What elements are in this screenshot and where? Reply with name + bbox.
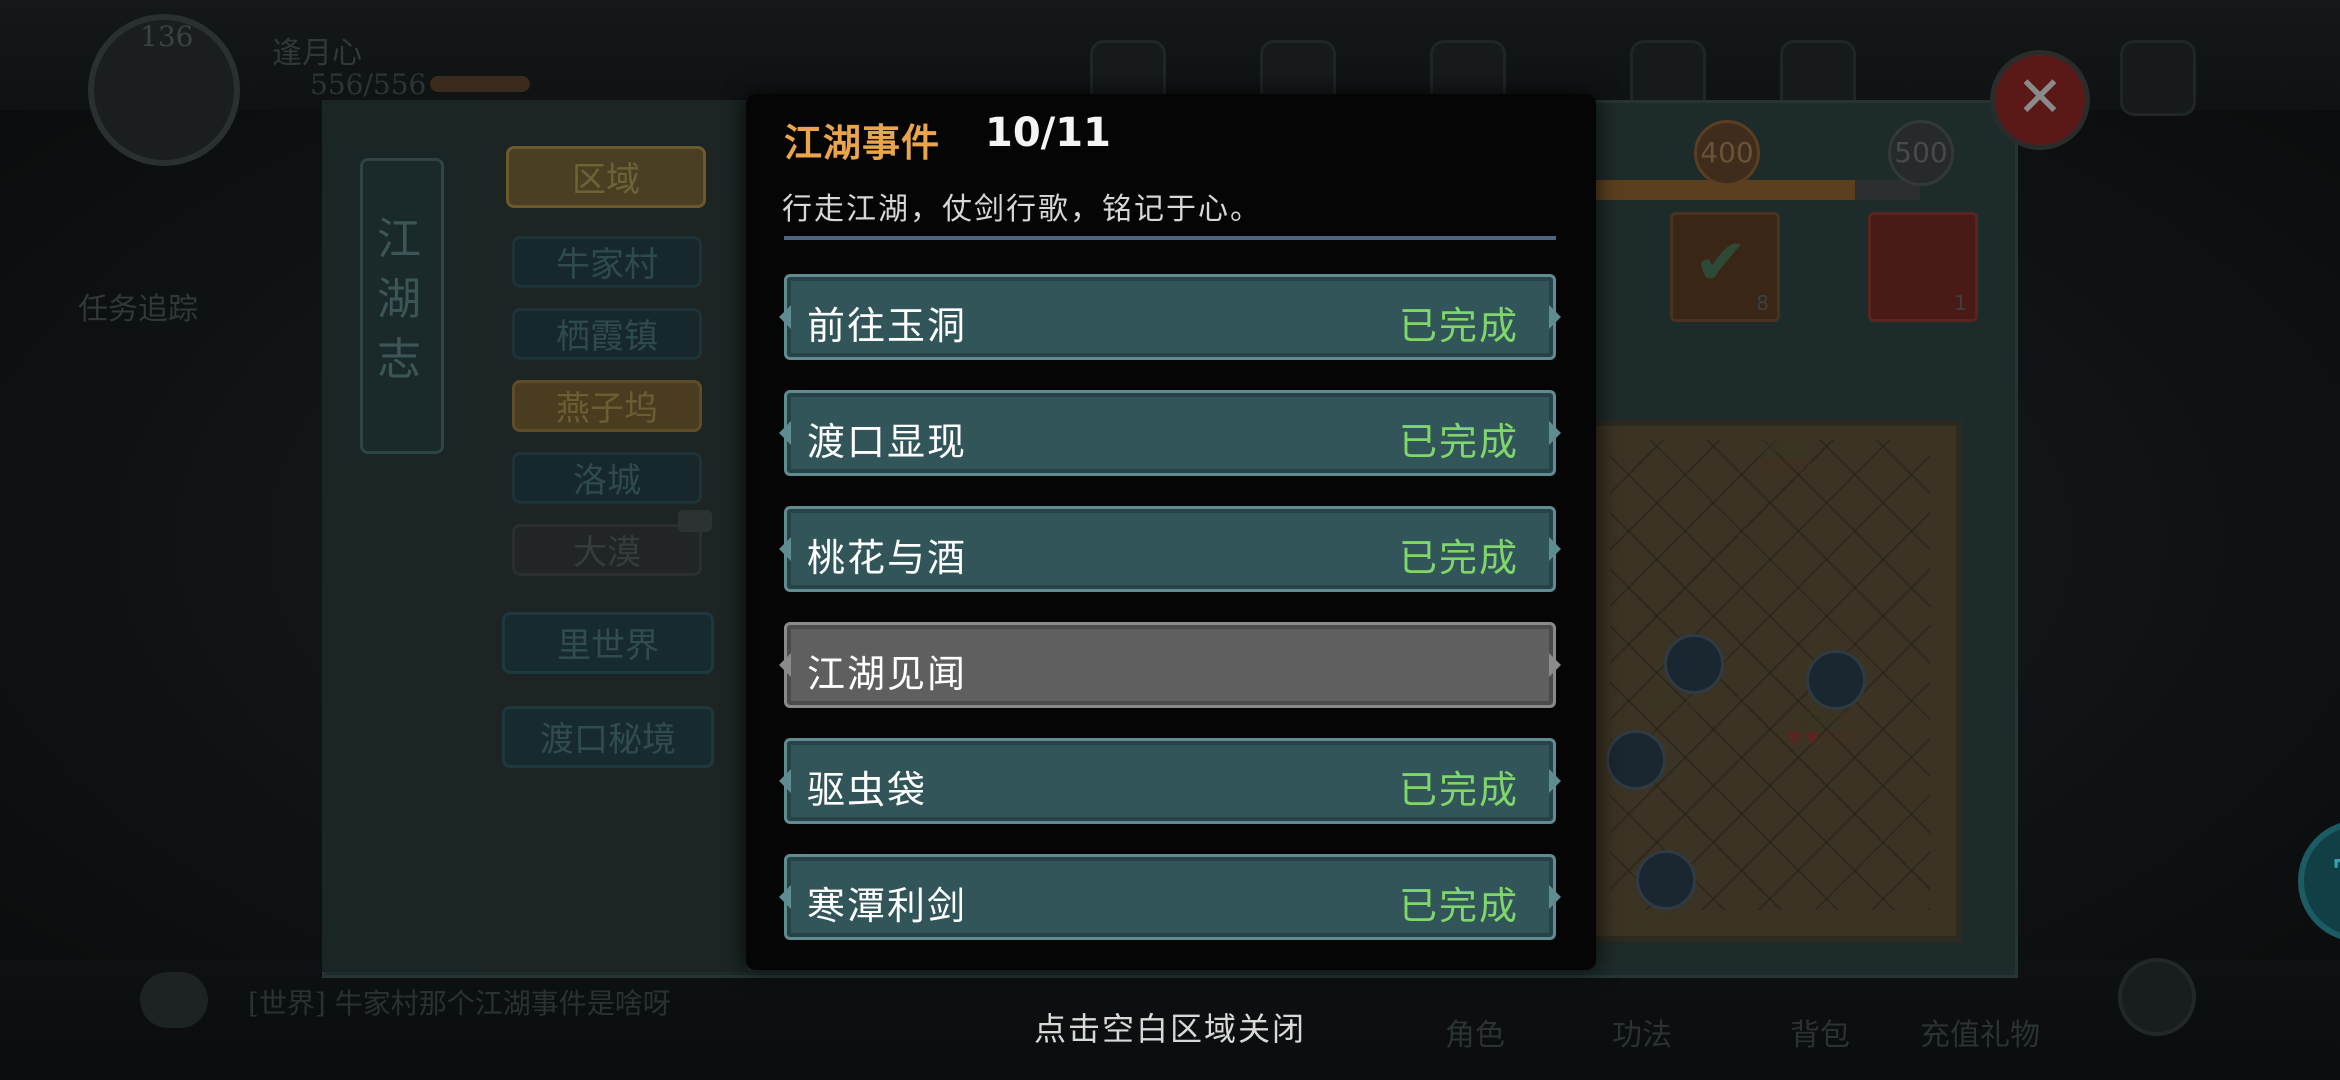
npc-avatar[interactable] <box>1636 850 1696 910</box>
event-status: 已完成 <box>1398 536 1519 580</box>
event-status: 已完成 <box>1398 768 1519 812</box>
event-name: 寒潭利剑 <box>807 884 968 928</box>
menu-icon[interactable] <box>2120 40 2196 116</box>
event-item[interactable]: 渡口显现 已完成 <box>784 390 1556 476</box>
milestone-400[interactable]: 400 <box>1694 120 1760 186</box>
floating-action-letter: T <box>2334 850 2340 906</box>
region-niujiacun[interactable]: 牛家村 <box>512 236 702 288</box>
npc-label: 段晓然 <box>1798 710 1847 729</box>
player-stat: 556/556 <box>310 68 427 101</box>
npc-label: 王老板 <box>1630 908 1679 927</box>
lock-icon <box>678 510 712 532</box>
event-item[interactable]: 驱虫袋 已完成 <box>784 738 1556 824</box>
quest-tracker-title: 任务追踪 <box>78 292 198 327</box>
event-status: 已完成 <box>1398 420 1519 464</box>
region-damo[interactable]: 大漠 <box>512 524 702 576</box>
ferry-secret-button[interactable]: 渡口秘境 <box>502 706 714 768</box>
region-header-tab[interactable]: 区域 <box>506 146 706 208</box>
region-qixiazhen[interactable]: 栖霞镇 <box>512 308 702 360</box>
game-screen: 136 逢月心 556/556 任务追踪 T [世界] 牛家村那个江湖事件是啥呀… <box>0 0 2340 1080</box>
affinity-hearts: ♡♡♡ <box>1758 458 1813 479</box>
reward-count-1: 8 <box>1756 291 1769 315</box>
reward-count-2: 1 <box>1954 291 1967 315</box>
npc-label: 康伯臣 <box>1762 436 1811 455</box>
popup-progress: 10/11 <box>985 110 1111 156</box>
inner-world-button[interactable]: 里世界 <box>502 612 714 674</box>
close-icon[interactable]: ✕ <box>1990 50 2090 150</box>
region-yanziwu[interactable]: 燕子坞 <box>512 380 702 432</box>
popup-divider <box>784 236 1556 240</box>
npc-avatar[interactable] <box>1806 650 1866 710</box>
event-status: 已完成 <box>1398 884 1519 928</box>
journal-title: 江湖志 <box>377 214 421 385</box>
event-item[interactable]: 桃花与酒 已完成 <box>784 506 1556 592</box>
popup-title: 江湖事件 <box>784 120 941 165</box>
event-item[interactable]: 寒潭利剑 已完成 <box>784 854 1556 940</box>
map-texture <box>1610 440 1930 910</box>
reward-chest-2[interactable]: 1 <box>1868 212 1978 322</box>
npc-avatar[interactable] <box>1606 730 1666 790</box>
event-item[interactable]: 江湖见闻 <box>784 622 1556 708</box>
event-item[interactable]: 前往玉洞 已完成 <box>784 274 1556 360</box>
player-stat-bar <box>430 76 530 92</box>
player-name: 逢月心 <box>272 36 362 71</box>
quest-tracker[interactable]: 任务追踪 <box>78 290 328 330</box>
event-name: 江湖见闻 <box>807 652 968 696</box>
close-hint[interactable]: 点击空白区域关闭 <box>0 1004 2340 1050</box>
region-luocheng[interactable]: 洛城 <box>512 452 702 504</box>
player-level: 136 <box>140 20 194 53</box>
affinity-hearts: ♥♥♡♡ <box>1786 728 1859 749</box>
event-name: 渡口显现 <box>807 420 968 464</box>
event-name: 前往玉洞 <box>807 304 968 348</box>
event-status: 已完成 <box>1398 304 1519 348</box>
event-name: 桃花与酒 <box>807 536 968 580</box>
npc-avatar[interactable] <box>1664 634 1724 694</box>
checkmark-icon: ✔ <box>1694 226 1748 300</box>
milestone-500[interactable]: 500 <box>1888 120 1954 186</box>
popup-description: 行走江湖，仗剑行歌，铭记于心。 <box>782 192 1262 227</box>
npc-label: 王夫人 <box>1648 694 1697 713</box>
floating-action-button[interactable]: T <box>2298 820 2340 942</box>
event-name: 驱虫袋 <box>807 768 928 812</box>
